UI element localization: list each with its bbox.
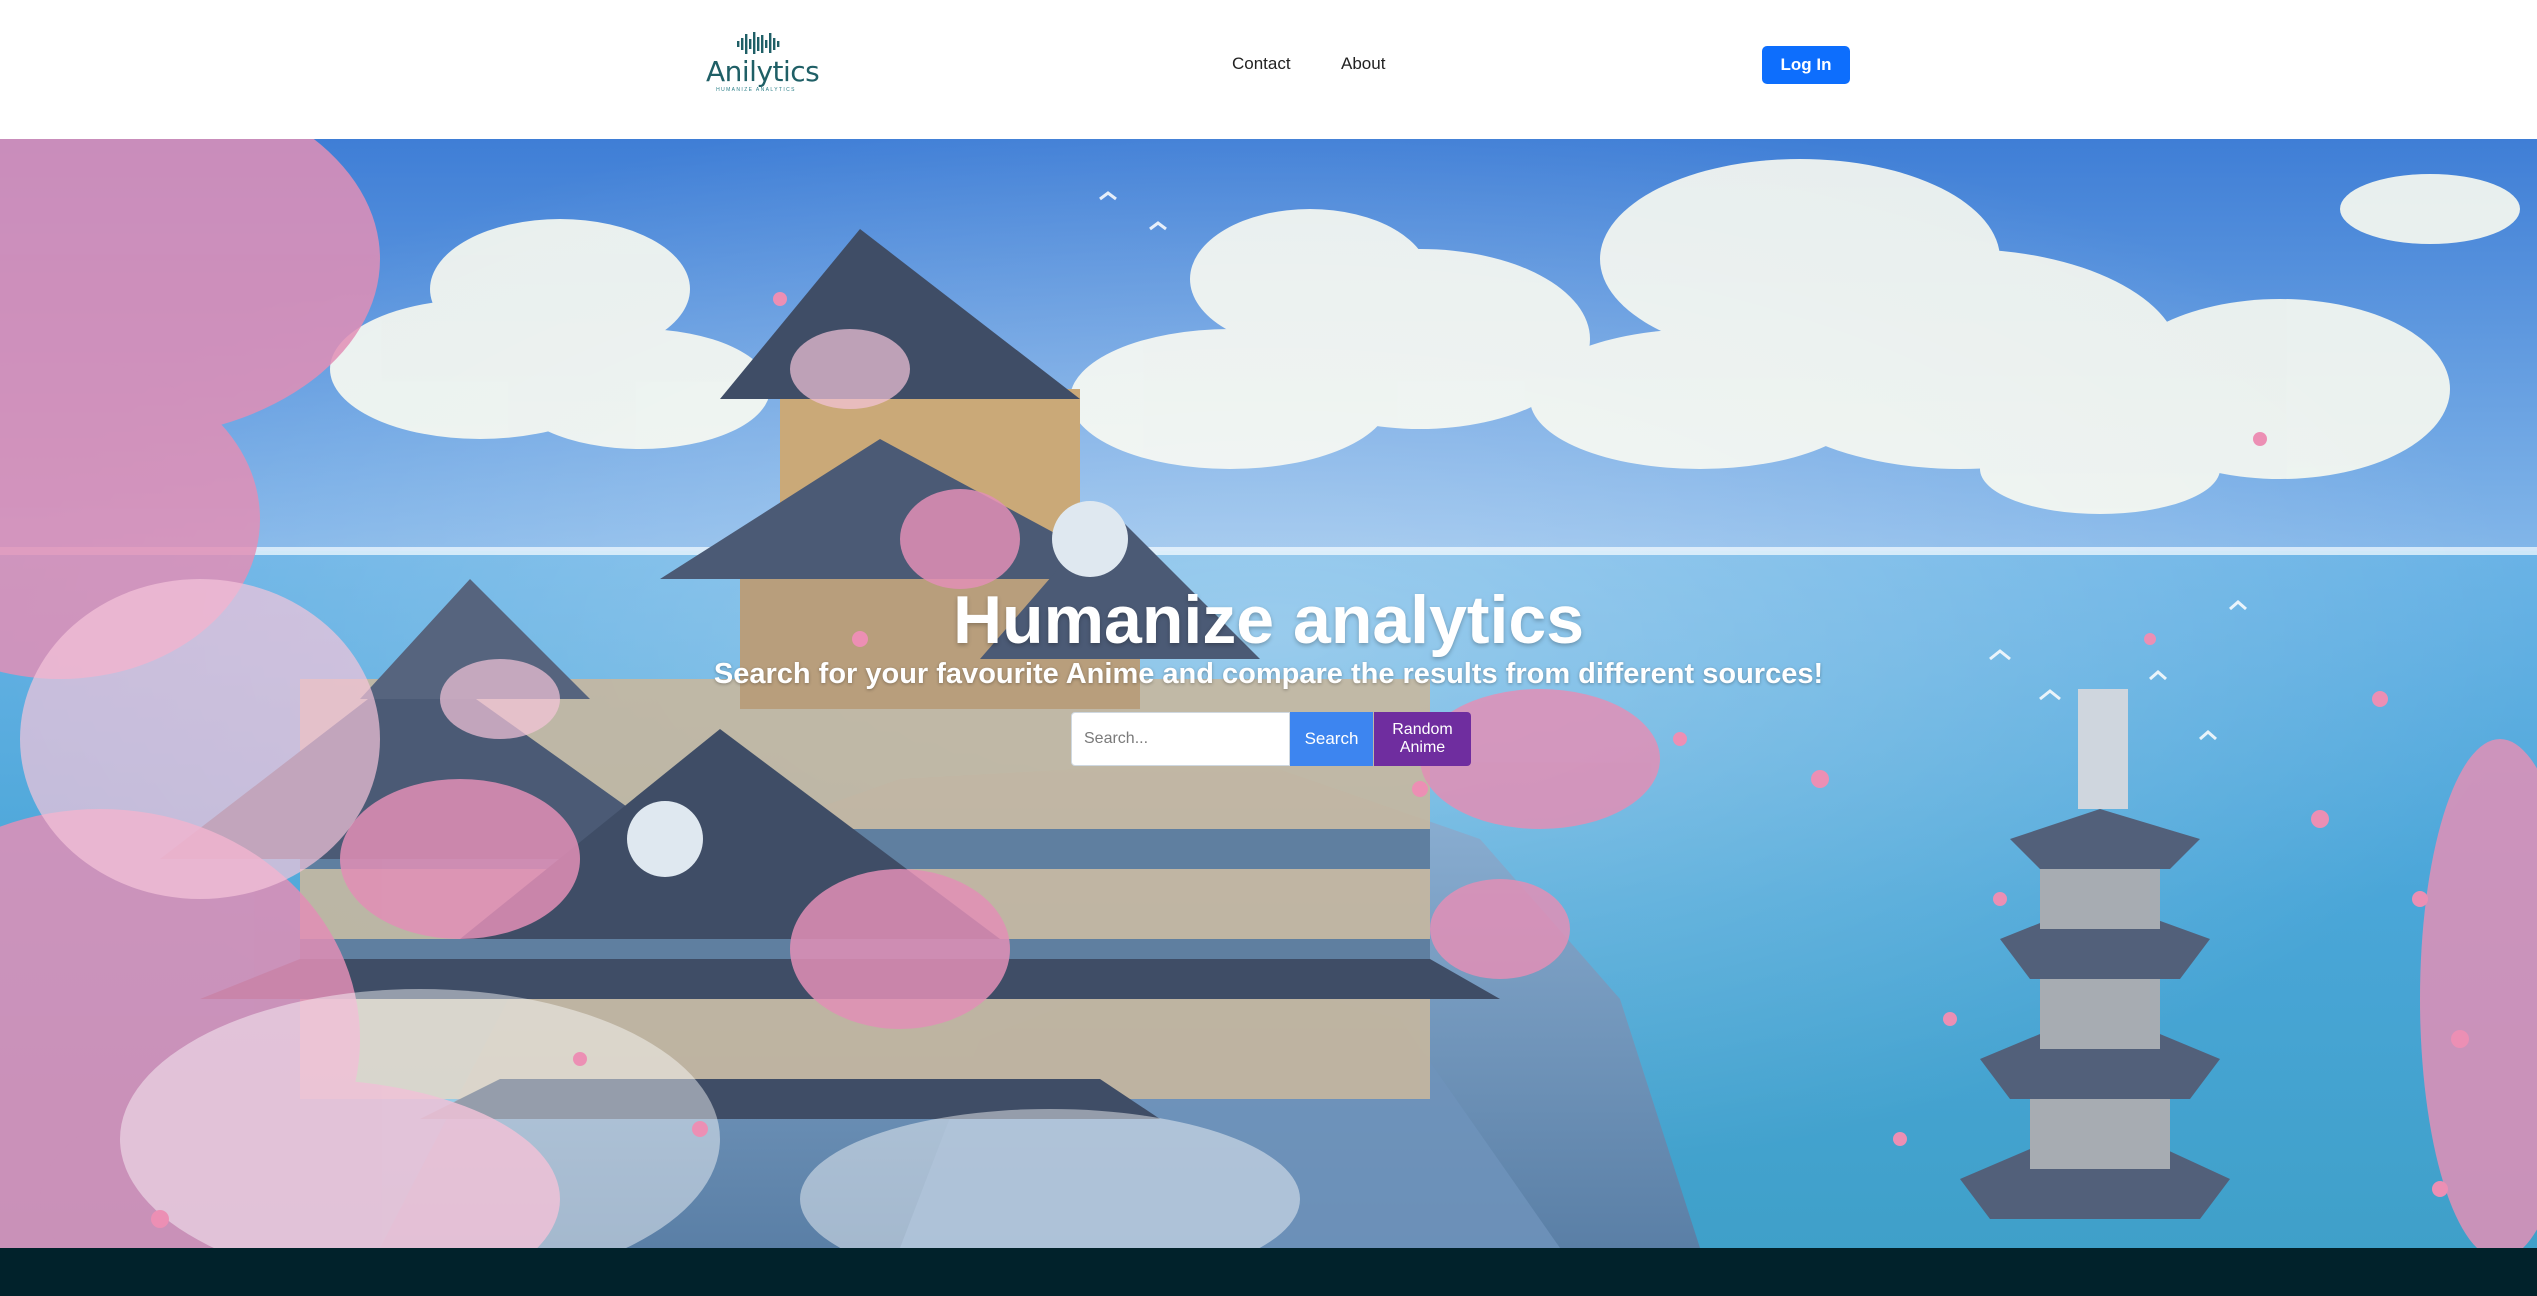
random-anime-button[interactable]: Random Anime [1374,712,1471,766]
nav-contact-link[interactable]: Contact [1232,54,1291,74]
brand-name: Anilytics [706,55,820,88]
footer-bar [0,1248,2537,1296]
site-header: Anilytics HUMANIZE ANALYTICS Contact Abo… [0,0,2537,139]
search-input[interactable] [1071,712,1290,766]
hero-title: Humanize analytics [952,582,1585,658]
hero-subtitle: Search for your favourite Anime and comp… [713,658,1824,690]
nav-about-link[interactable]: About [1341,54,1385,74]
soundwave-icon [737,32,780,54]
brand-logo[interactable]: Anilytics HUMANIZE ANALYTICS [706,28,820,96]
hero-background-image [0,139,2537,1248]
search-button[interactable]: Search [1290,712,1373,766]
brand-tagline: HUMANIZE ANALYTICS [716,87,796,93]
search-bar: Search Random Anime [1071,712,1471,766]
hero-section: Humanize analytics Search for your favou… [0,139,2537,1248]
login-button[interactable]: Log In [1762,46,1850,84]
